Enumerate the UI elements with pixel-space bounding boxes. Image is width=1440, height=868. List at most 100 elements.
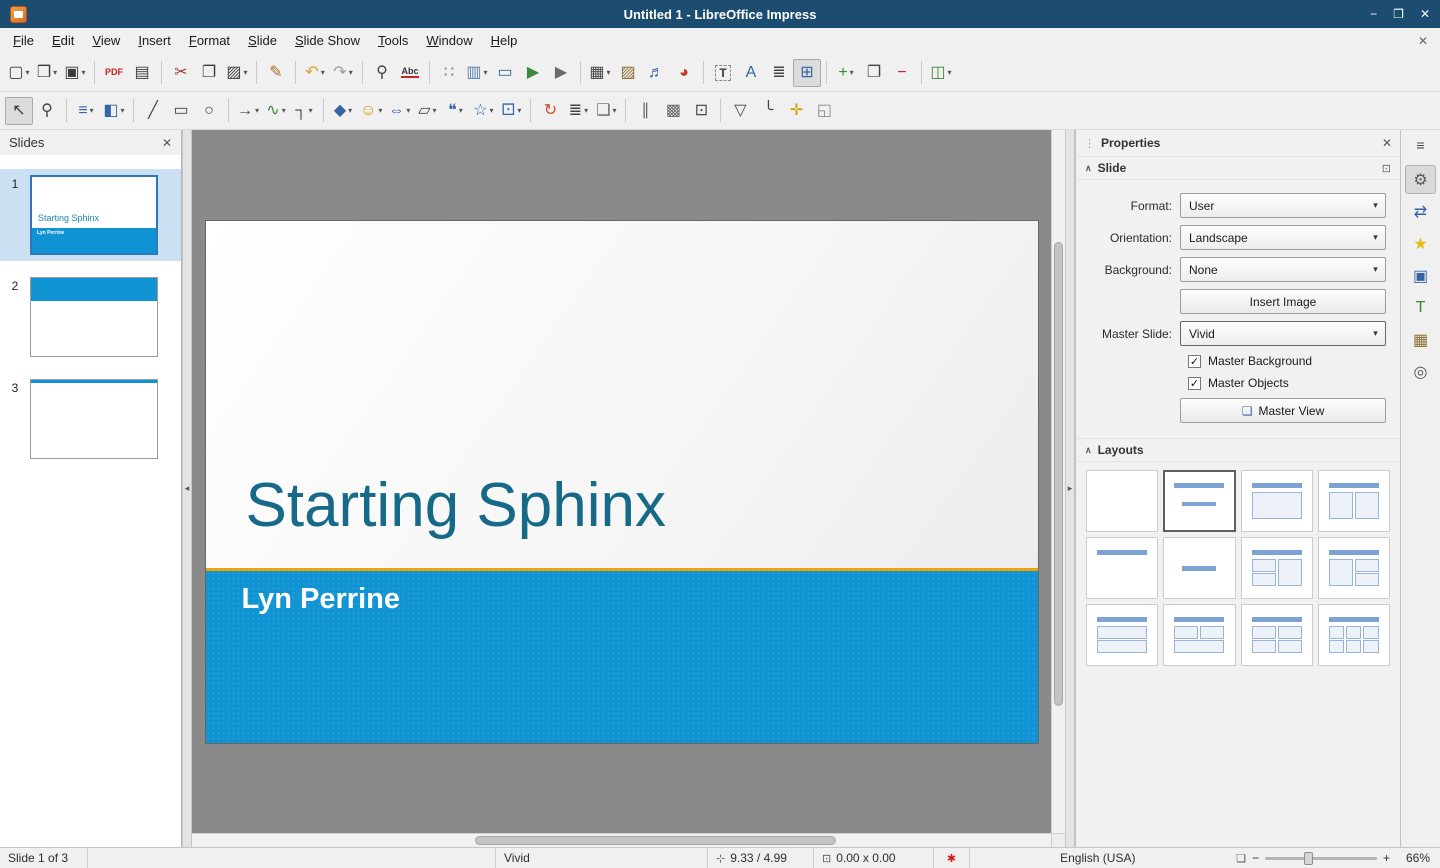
duplicate-slide-button[interactable]: ❐: [860, 59, 888, 87]
slide-thumbnail[interactable]: 1Starting SphinxLyn Perrine: [0, 169, 181, 261]
stars-banners-dropdown-arrow[interactable]: ▾: [490, 106, 494, 115]
sidebar-tab-navigator[interactable]: ◎: [1405, 357, 1436, 386]
minimize-button[interactable]: −: [1370, 7, 1377, 21]
vertical-scrollbar-thumb[interactable]: [1054, 242, 1063, 706]
sidebar-tab-master-slides[interactable]: ▣: [1405, 261, 1436, 290]
toggle-extrusion-button[interactable]: ◱: [810, 97, 838, 125]
collapse-section-icon[interactable]: ∧: [1085, 163, 1092, 174]
align-objects-dropdown-arrow[interactable]: ▾: [584, 106, 588, 115]
basic-shapes-button[interactable]: ◆▾: [329, 97, 357, 125]
close-document-icon[interactable]: ✕: [1418, 34, 1436, 48]
master-slide-status[interactable]: Vivid: [496, 848, 708, 868]
alignment-button[interactable]: ≡▾: [72, 97, 100, 125]
layout-title-slide[interactable]: [1163, 470, 1235, 532]
align-objects-button[interactable]: ≣▾: [564, 97, 592, 125]
stars-banners-button[interactable]: ☆▾: [469, 97, 497, 125]
layout-blank[interactable]: [1086, 470, 1158, 532]
slide-editor-area[interactable]: Starting Sphinx Lyn Perrine: [192, 130, 1051, 833]
master-view-button[interactable]: ❏ Master View: [1180, 398, 1386, 423]
layout-title-four-content[interactable]: [1241, 604, 1313, 666]
3d-objects-button[interactable]: ⚀▾: [497, 97, 525, 125]
chevron-down-icon[interactable]: ▾: [1366, 264, 1385, 275]
3d-objects-dropdown-arrow[interactable]: ▾: [517, 106, 521, 115]
layouts-section-header[interactable]: ∧ Layouts: [1076, 438, 1400, 462]
chevron-down-icon[interactable]: ▾: [1366, 328, 1385, 339]
insert-image-button[interactable]: Insert Image: [1180, 289, 1386, 314]
flowchart-dropdown-arrow[interactable]: ▾: [433, 106, 437, 115]
more-options-icon[interactable]: ⊡: [1382, 162, 1391, 175]
connectors-dropdown-arrow[interactable]: ▾: [309, 106, 313, 115]
insert-image-button[interactable]: ▨: [614, 59, 642, 87]
undo-button[interactable]: ↶▾: [301, 59, 329, 87]
slide-title-text[interactable]: Starting Sphinx: [246, 470, 666, 541]
zoom-in-button[interactable]: +: [1383, 851, 1390, 865]
lines-arrows-button[interactable]: →▾: [234, 97, 262, 125]
clone-formatting-button[interactable]: ✎: [262, 59, 290, 87]
slide-preview[interactable]: [30, 277, 158, 357]
open-button[interactable]: ❒▾: [33, 59, 61, 87]
menu-slide-show[interactable]: Slide Show: [286, 28, 369, 54]
connectors-button[interactable]: ┐▾: [290, 97, 318, 125]
symbol-shapes-button[interactable]: ☺▾: [357, 97, 385, 125]
chevron-down-icon[interactable]: ▾: [1366, 232, 1385, 243]
block-arrows-dropdown-arrow[interactable]: ▾: [406, 106, 410, 115]
new-dropdown-arrow[interactable]: ▾: [26, 68, 30, 77]
header-footer-button[interactable]: ≣: [765, 59, 793, 87]
menu-window[interactable]: Window: [417, 28, 481, 54]
open-dropdown-arrow[interactable]: ▾: [53, 68, 57, 77]
crop-button[interactable]: ⊡: [687, 97, 715, 125]
spelling-button[interactable]: Abc: [396, 59, 424, 87]
save-button[interactable]: ▣▾: [61, 59, 89, 87]
collapse-section-icon[interactable]: ∧: [1085, 445, 1092, 456]
fill-color-dropdown-arrow[interactable]: ▾: [121, 106, 125, 115]
slide-section-header[interactable]: ∧ Slide ⊡: [1076, 156, 1400, 180]
insert-table-dropdown-arrow[interactable]: ▾: [607, 68, 611, 77]
close-button[interactable]: ✕: [1420, 7, 1430, 21]
sidebar-tab-styles[interactable]: T: [1405, 293, 1436, 322]
slide-preview[interactable]: Starting SphinxLyn Perrine: [30, 175, 158, 255]
zoom-percent[interactable]: 66%: [1396, 851, 1430, 865]
sidebar-tab-animation[interactable]: ★: [1405, 229, 1436, 258]
snap-guides-dropdown-arrow[interactable]: ▾: [484, 68, 488, 77]
slides-panel-close-icon[interactable]: ✕: [162, 136, 172, 150]
slide-thumbnail[interactable]: 2: [0, 271, 181, 363]
layout-title-two-content[interactable]: [1318, 470, 1390, 532]
shadow-button[interactable]: ▩: [659, 97, 687, 125]
slide-layout-button[interactable]: ◫▾: [927, 59, 955, 87]
properties-close-icon[interactable]: ✕: [1382, 136, 1392, 150]
paste-dropdown-arrow[interactable]: ▾: [244, 68, 248, 77]
export-pdf-button[interactable]: PDF: [100, 59, 128, 87]
menu-insert[interactable]: Insert: [129, 28, 180, 54]
curves-polygons-button[interactable]: ∿▾: [262, 97, 290, 125]
horizontal-scrollbar-thumb[interactable]: [475, 836, 836, 845]
sidebar-tab-properties[interactable]: ⚙: [1405, 165, 1436, 194]
distribute-button[interactable]: ∥: [631, 97, 659, 125]
properties-panel-splitter[interactable]: ▸: [1065, 130, 1075, 847]
chevron-down-icon[interactable]: ▾: [1366, 200, 1385, 211]
print-button[interactable]: ▤: [128, 59, 156, 87]
layout-title-only[interactable]: [1086, 537, 1158, 599]
callouts-button[interactable]: ❝▾: [441, 97, 469, 125]
layout-title-two-content-over-content[interactable]: [1163, 604, 1235, 666]
master-background-checkbox[interactable]: ✓ Master Background: [1188, 354, 1386, 368]
cut-button[interactable]: ✂: [167, 59, 195, 87]
sidebar-menu-icon[interactable]: ≡: [1406, 134, 1436, 156]
horizontal-scrollbar[interactable]: [192, 833, 1051, 847]
block-arrows-button[interactable]: ⇔▾: [385, 97, 413, 125]
menu-edit[interactable]: Edit: [43, 28, 83, 54]
delete-slide-button[interactable]: −: [888, 59, 916, 87]
redo-dropdown-arrow[interactable]: ▾: [349, 68, 353, 77]
insert-chart-button[interactable]: ◕: [670, 59, 698, 87]
insert-table-button[interactable]: ▦▾: [586, 59, 614, 87]
fill-color-button[interactable]: ◧▾: [100, 97, 128, 125]
insert-fontwork-button[interactable]: A: [737, 59, 765, 87]
layout-title-six-content[interactable]: [1318, 604, 1390, 666]
new-slide-button[interactable]: +▾: [832, 59, 860, 87]
find-replace-button[interactable]: ⚲: [368, 59, 396, 87]
curves-polygons-dropdown-arrow[interactable]: ▾: [282, 106, 286, 115]
slide-layout-dropdown-arrow[interactable]: ▾: [948, 68, 952, 77]
copy-button[interactable]: ❐: [195, 59, 223, 87]
zoom-pan-button[interactable]: ⚲: [33, 97, 61, 125]
rotate-button[interactable]: ↻: [536, 97, 564, 125]
menu-tools[interactable]: Tools: [369, 28, 417, 54]
